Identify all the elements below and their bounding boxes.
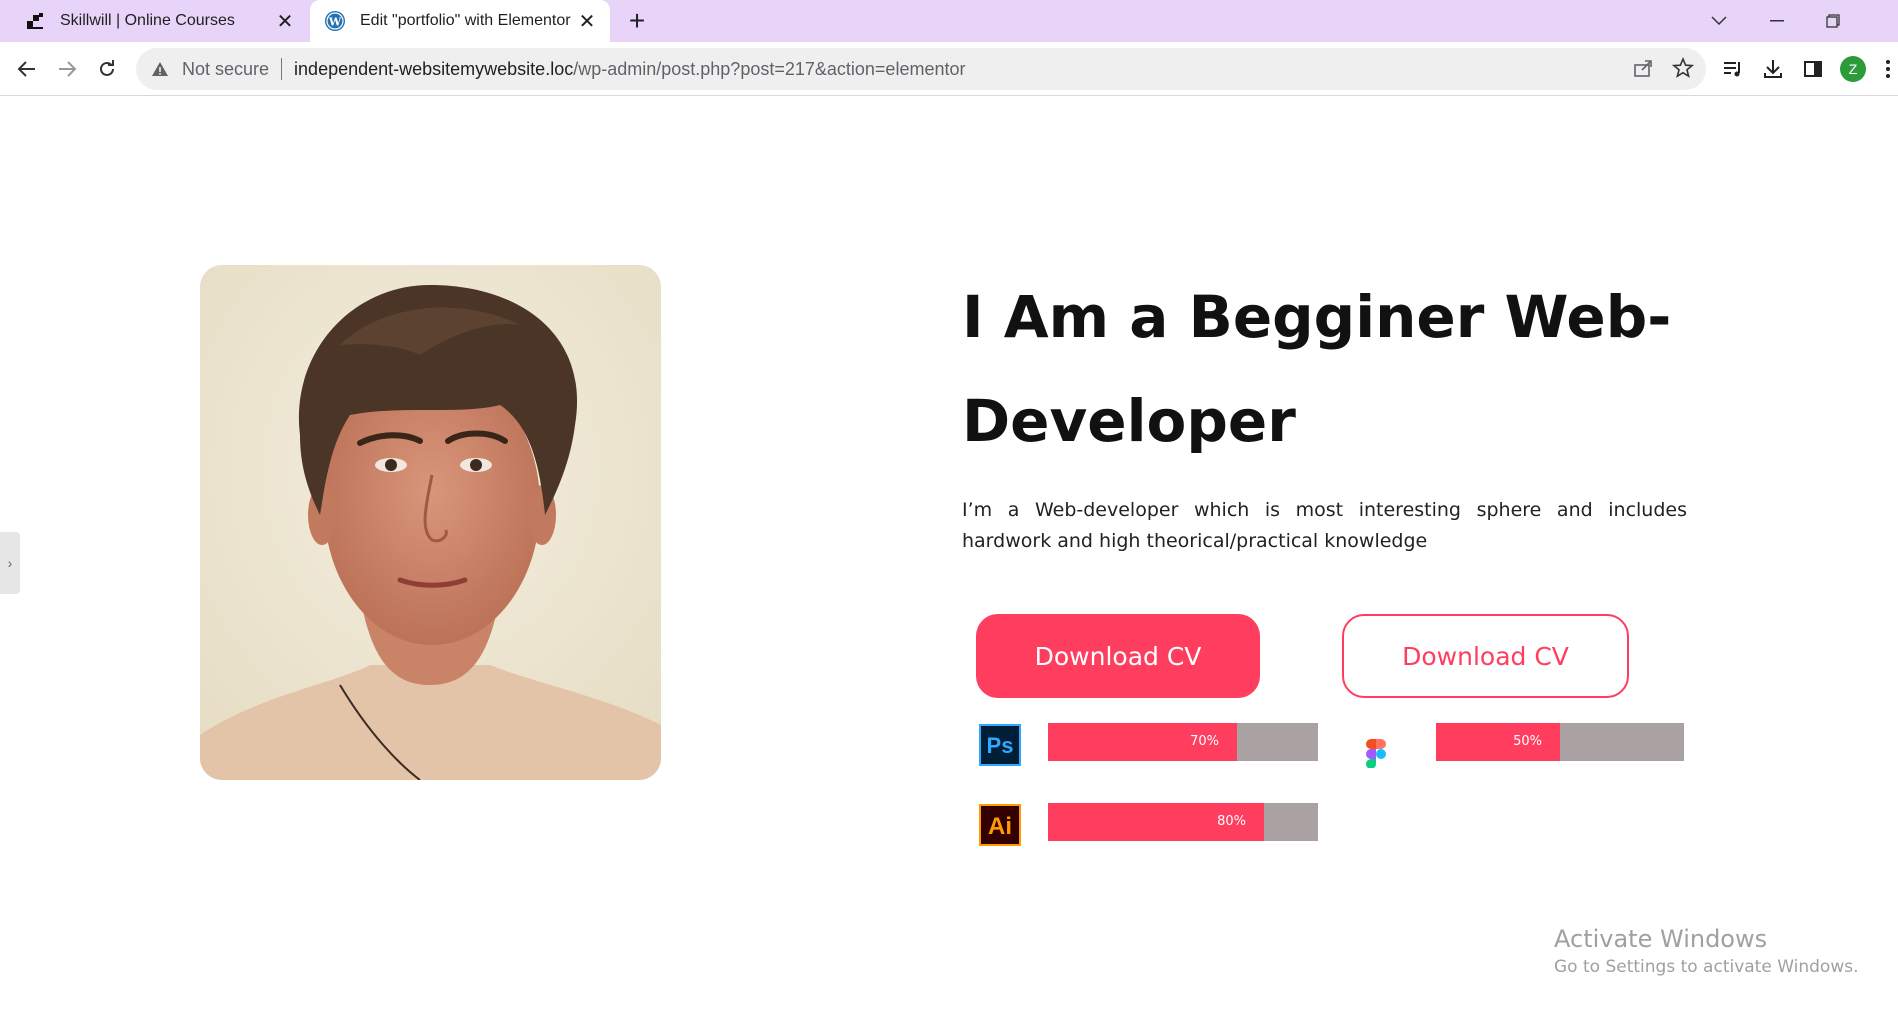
svg-text:W: W [328, 16, 342, 29]
skill-bar-photoshop: 70% [1048, 723, 1318, 761]
new-tab-button[interactable]: + [622, 5, 652, 36]
photoshop-icon-text: Ps [987, 733, 1014, 758]
tab-strip: Skillwill | Online Courses ✕ W Edit "por… [0, 0, 1898, 42]
panel-toggle-chevron-icon[interactable]: › [0, 532, 20, 594]
tab-search-icon[interactable] [1698, 0, 1740, 42]
profile-avatar[interactable]: Z [1838, 54, 1868, 84]
back-icon[interactable] [12, 54, 42, 84]
divider [281, 58, 283, 80]
forward-icon[interactable] [52, 54, 82, 84]
tab-title: Skillwill | Online Courses [60, 12, 235, 29]
download-icon[interactable] [1758, 54, 1788, 84]
skillwill-icon [24, 10, 46, 32]
bookmark-star-icon[interactable] [1671, 56, 1695, 84]
illustrator-icon: Ai [978, 803, 1022, 847]
skill-percent-label: 70% [1190, 734, 1219, 749]
not-secure-label: Not secure [182, 58, 270, 79]
download-cv-outline-button[interactable]: Download CV [1342, 614, 1629, 698]
windows-activation-watermark: Activate Windows Go to Settings to activ… [1554, 925, 1859, 977]
restore-icon[interactable] [1812, 0, 1854, 42]
side-panel-icon[interactable] [1798, 54, 1828, 84]
profile-initial: Z [1840, 56, 1866, 82]
skill-bar-illustrator: 80% [1048, 803, 1318, 841]
skill-bar-figma: 50% [1436, 723, 1684, 761]
tab-skillwill[interactable]: Skillwill | Online Courses ✕ [0, 0, 308, 42]
skill-percent-label: 80% [1217, 814, 1246, 829]
download-cv-button[interactable]: Download CV [976, 614, 1260, 698]
close-tab-icon[interactable]: ✕ [574, 8, 600, 34]
url-path: /wp-admin/post.php?post=217&action=eleme… [573, 58, 966, 79]
tab-title: Edit "portfolio" with Elementor [360, 12, 571, 29]
illustrator-icon-text: Ai [988, 813, 1012, 840]
hero-intro: I’m a Web-developer which is most intere… [962, 499, 1687, 552]
url-host: independent-websitemywebsite.loc [294, 58, 574, 79]
media-queue-icon[interactable] [1718, 54, 1748, 84]
tab-elementor[interactable]: W Edit "portfolio" with Elementor ✕ [310, 0, 610, 42]
minimize-icon[interactable] [1756, 0, 1798, 42]
figma-icon [1354, 731, 1398, 775]
page-content: › I Am a Begginer Web-Developer I’m a We… [0, 97, 1898, 1014]
url-text: independent-websitemywebsite.loc/wp-admi… [294, 59, 965, 80]
menu-kebab-icon[interactable] [1878, 54, 1898, 84]
profile-photo [200, 265, 661, 780]
browser-toolbar: Not secure independent-websitemywebsite.… [0, 42, 1898, 96]
share-icon[interactable] [1632, 57, 1654, 84]
watermark-subtitle: Go to Settings to activate Windows. [1554, 957, 1859, 977]
close-tab-icon[interactable]: ✕ [272, 8, 298, 34]
watermark-title: Activate Windows [1554, 925, 1768, 953]
address-bar[interactable]: Not secure independent-websitemywebsite.… [136, 48, 1706, 90]
wordpress-icon: W [324, 10, 346, 32]
photoshop-icon: Ps [978, 723, 1022, 767]
warning-icon[interactable] [150, 59, 170, 79]
hero-headline: I Am a Begginer Web-Developer [962, 283, 1672, 455]
skill-percent-label: 50% [1513, 734, 1542, 749]
reload-icon[interactable] [92, 54, 122, 84]
